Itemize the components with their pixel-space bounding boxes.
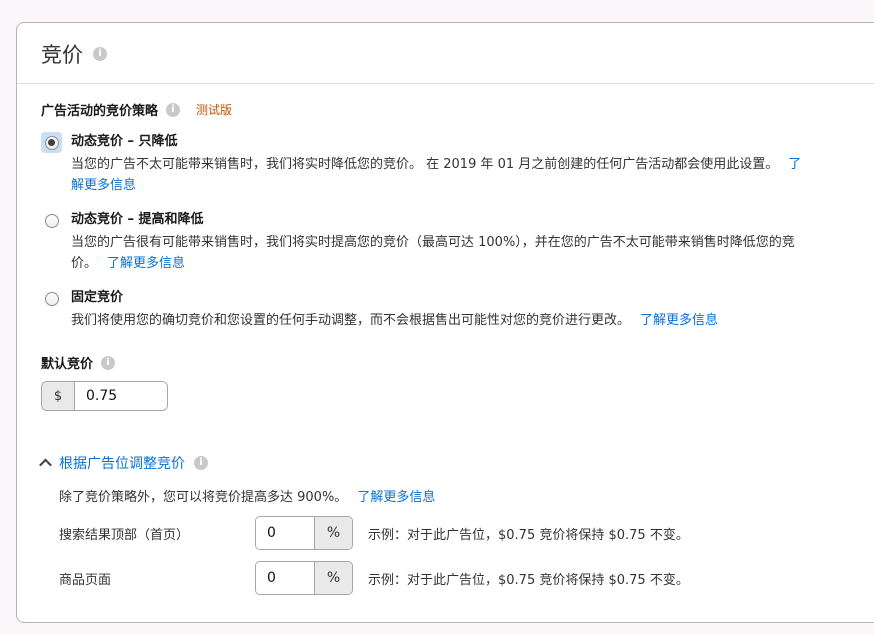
placement-row-product-pages: 商品页面 % 示例：对于此广告位，$0.75 竞价将保持 $0.75 不变。 bbox=[59, 561, 871, 595]
percent-suffix: % bbox=[314, 562, 352, 594]
info-icon[interactable]: i bbox=[93, 47, 107, 61]
card-header: 竞价 i bbox=[17, 23, 874, 84]
option-content: 固定竞价 我们将使用您的确切竞价和您设置的任何手动调整，而不会根据售出可能性对您… bbox=[71, 288, 871, 331]
option-description: 我们将使用您的确切竞价和您设置的任何手动调整，而不会根据售出可能性对您的竞价进行… bbox=[71, 310, 813, 331]
radio-cell bbox=[41, 132, 71, 196]
option-content: 动态竞价 – 提高和降低 当您的广告很有可能带来销售时，我们将实时提高您的竞价（… bbox=[71, 210, 871, 274]
strategy-heading-row: 广告活动的竞价策略 i 测试版 bbox=[41, 100, 871, 119]
radio-fixed-bid[interactable] bbox=[41, 288, 62, 309]
radio-cell bbox=[41, 288, 71, 331]
placement-section: 根据广告位调整竞价 i 除了竞价策略外，您可以将竞价提高多达 900%。了解更多… bbox=[41, 453, 871, 595]
option-label[interactable]: 动态竞价 – 提高和降低 bbox=[71, 210, 871, 229]
default-bid-section: 默认竞价 i $ bbox=[41, 353, 871, 411]
placement-row-example: 示例：对于此广告位，$0.75 竞价将保持 $0.75 不变。 bbox=[368, 569, 689, 588]
option-dynamic-up-down: 动态竞价 – 提高和降低 当您的广告很有可能带来销售时，我们将实时提高您的竞价（… bbox=[41, 210, 871, 274]
currency-prefix: $ bbox=[42, 382, 75, 410]
placement-title-row[interactable]: 根据广告位调整竞价 i bbox=[41, 453, 871, 473]
option-desc-text: 当您的广告不太可能带来销售时，我们将实时降低您的竞价。 在 2019 年 01 … bbox=[71, 157, 778, 172]
default-bid-label: 默认竞价 bbox=[41, 353, 93, 372]
strategy-heading: 广告活动的竞价策略 bbox=[41, 100, 158, 119]
option-dynamic-down-only: 动态竞价 – 只降低 当您的广告不太可能带来销售时，我们将实时降低您的竞价。 在… bbox=[41, 132, 871, 196]
placement-row-example: 示例：对于此广告位，$0.75 竞价将保持 $0.75 不变。 bbox=[368, 524, 689, 543]
option-label[interactable]: 固定竞价 bbox=[71, 288, 871, 307]
top-of-search-percent-input[interactable] bbox=[256, 517, 314, 549]
bidding-card: 竞价 i 广告活动的竞价策略 i 测试版 动态竞价 – 只降低 当您的广告不太可… bbox=[16, 22, 874, 623]
radio-dynamic-down-only[interactable] bbox=[41, 132, 62, 153]
radio-dynamic-up-down[interactable] bbox=[41, 210, 62, 231]
option-fixed-bid: 固定竞价 我们将使用您的确切竞价和您设置的任何手动调整，而不会根据售出可能性对您… bbox=[41, 288, 871, 331]
chevron-up-icon bbox=[39, 458, 52, 471]
placement-row-label: 商品页面 bbox=[59, 569, 255, 588]
option-desc-text: 我们将使用您的确切竞价和您设置的任何手动调整，而不会根据售出可能性对您的竞价进行… bbox=[71, 313, 630, 328]
radio-circle bbox=[45, 214, 59, 228]
percent-input-group: % bbox=[255, 516, 353, 550]
option-label[interactable]: 动态竞价 – 只降低 bbox=[71, 132, 871, 151]
info-icon[interactable]: i bbox=[101, 356, 115, 370]
learn-more-link[interactable]: 了解更多信息 bbox=[640, 313, 718, 328]
card-body: 广告活动的竞价策略 i 测试版 动态竞价 – 只降低 当您的广告不太可能带来销售… bbox=[17, 84, 874, 595]
beta-badge: 测试版 bbox=[196, 101, 232, 118]
radio-circle bbox=[45, 136, 59, 150]
option-content: 动态竞价 – 只降低 当您的广告不太可能带来销售时，我们将实时降低您的竞价。 在… bbox=[71, 132, 871, 196]
info-icon[interactable]: i bbox=[166, 103, 180, 117]
default-bid-input[interactable] bbox=[75, 382, 167, 410]
radio-circle bbox=[45, 292, 59, 306]
learn-more-link[interactable]: 了解更多信息 bbox=[357, 490, 435, 505]
default-bid-input-group: $ bbox=[41, 381, 168, 411]
placement-section-toggle[interactable]: 根据广告位调整竞价 bbox=[59, 453, 185, 473]
percent-input-group: % bbox=[255, 561, 353, 595]
product-pages-percent-input[interactable] bbox=[256, 562, 314, 594]
percent-suffix: % bbox=[314, 517, 352, 549]
default-bid-label-row: 默认竞价 i bbox=[41, 353, 871, 372]
placement-desc-text: 除了竞价策略外，您可以将竞价提高多达 900%。 bbox=[59, 490, 347, 505]
strategy-options: 动态竞价 – 只降低 当您的广告不太可能带来销售时，我们将实时降低您的竞价。 在… bbox=[41, 132, 871, 331]
option-description: 当您的广告很有可能带来销售时，我们将实时提高您的竞价（最高可达 100%），并在… bbox=[71, 232, 813, 274]
placement-description: 除了竞价策略外，您可以将竞价提高多达 900%。了解更多信息 bbox=[59, 486, 871, 505]
option-description: 当您的广告不太可能带来销售时，我们将实时降低您的竞价。 在 2019 年 01 … bbox=[71, 154, 813, 196]
placement-row-label: 搜索结果顶部（首页） bbox=[59, 524, 255, 543]
page-title: 竞价 bbox=[41, 39, 83, 69]
radio-cell bbox=[41, 210, 71, 274]
info-icon[interactable]: i bbox=[194, 456, 208, 470]
learn-more-link[interactable]: 了解更多信息 bbox=[107, 256, 185, 271]
placement-row-top-of-search: 搜索结果顶部（首页） % 示例：对于此广告位，$0.75 竞价将保持 $0.75… bbox=[59, 516, 871, 550]
